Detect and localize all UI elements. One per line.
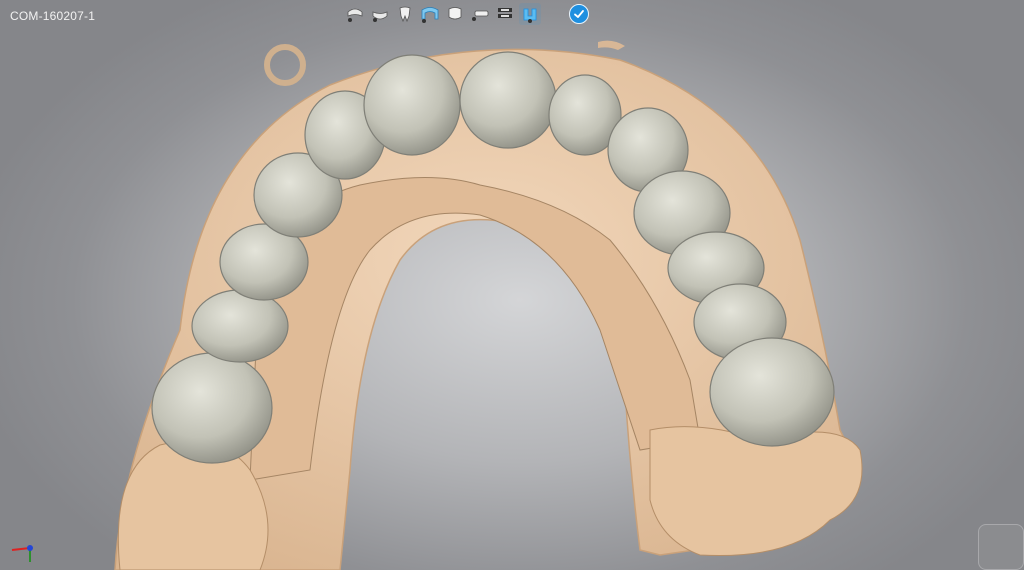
scan-fragment-ring (264, 44, 306, 86)
scan-fragment (598, 40, 625, 50)
tooth-central-right (459, 51, 557, 149)
base-right-lobes (649, 426, 863, 557)
dental-scan-viewport[interactable] (0, 0, 1024, 570)
view-cube[interactable] (978, 524, 1024, 570)
tooth-premolar-left-1 (191, 289, 289, 363)
tooth-molar-left (151, 352, 273, 464)
tooth-central-left (363, 54, 461, 156)
axis-gizmo (11, 545, 33, 562)
tooth-molar-right (709, 337, 835, 447)
crown-teeth (151, 51, 835, 464)
